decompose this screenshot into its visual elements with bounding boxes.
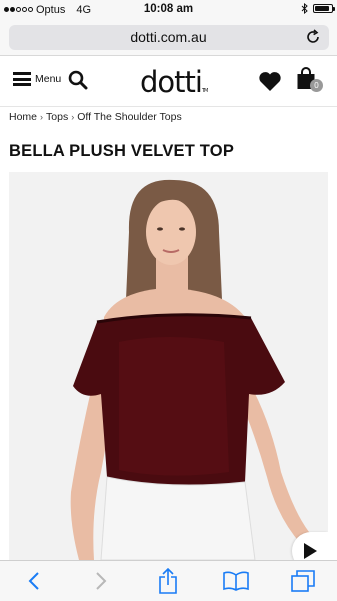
forward-button[interactable]	[86, 566, 116, 596]
signal-strength-icon	[4, 7, 33, 12]
hamburger-icon	[13, 72, 31, 86]
dotti-logo[interactable]: dottiTM	[140, 65, 208, 99]
product-image[interactable]	[9, 172, 328, 560]
breadcrumb-tops[interactable]: Tops	[46, 111, 68, 123]
bookmarks-button[interactable]	[221, 566, 251, 596]
bluetooth-icon	[301, 3, 308, 14]
breadcrumb-separator: ›	[71, 112, 75, 122]
tabs-icon	[291, 570, 316, 592]
reload-icon[interactable]	[305, 28, 321, 45]
battery-icon	[313, 4, 335, 13]
cart-button[interactable]: 0	[296, 67, 323, 96]
cart-count-badge: 0	[310, 79, 323, 92]
logo-text: dotti	[140, 65, 203, 99]
back-button[interactable]	[19, 566, 49, 596]
chevron-right-icon	[96, 572, 107, 590]
carrier-info: Optus 4G	[0, 4, 91, 16]
menu-label: Menu	[35, 73, 62, 85]
browser-address-area: dotti.com.au	[0, 19, 337, 56]
chevron-left-icon	[28, 572, 39, 590]
product-title: BELLA PLUSH VELVET TOP	[9, 142, 235, 160]
site-header: Menu dottiTM 0	[0, 56, 337, 107]
menu-button[interactable]: Menu	[13, 72, 61, 86]
browser-toolbar	[0, 560, 337, 601]
share-icon	[159, 568, 178, 594]
url-text: dotti.com.au	[130, 29, 207, 45]
model-photo	[70, 179, 309, 560]
book-icon	[223, 571, 249, 591]
carrier-name: Optus	[36, 3, 66, 16]
breadcrumb: Home › Tops › Off The Shoulder Tops	[9, 111, 182, 123]
tabs-button[interactable]	[288, 566, 318, 596]
logo-trademark: TM	[201, 88, 208, 94]
address-bar[interactable]: dotti.com.au	[8, 24, 329, 50]
network-type: 4G	[76, 3, 92, 16]
search-icon[interactable]	[68, 70, 88, 90]
heart-icon[interactable]	[258, 71, 282, 92]
next-image-button[interactable]	[292, 532, 328, 560]
breadcrumb-separator: ›	[40, 112, 44, 122]
share-button[interactable]	[153, 566, 183, 596]
breadcrumb-off-the-shoulder-tops[interactable]: Off The Shoulder Tops	[77, 111, 182, 123]
breadcrumb-home[interactable]: Home	[9, 111, 37, 123]
status-bar: Optus 4G 10:08 am	[0, 0, 337, 19]
play-arrow-icon	[304, 543, 317, 559]
